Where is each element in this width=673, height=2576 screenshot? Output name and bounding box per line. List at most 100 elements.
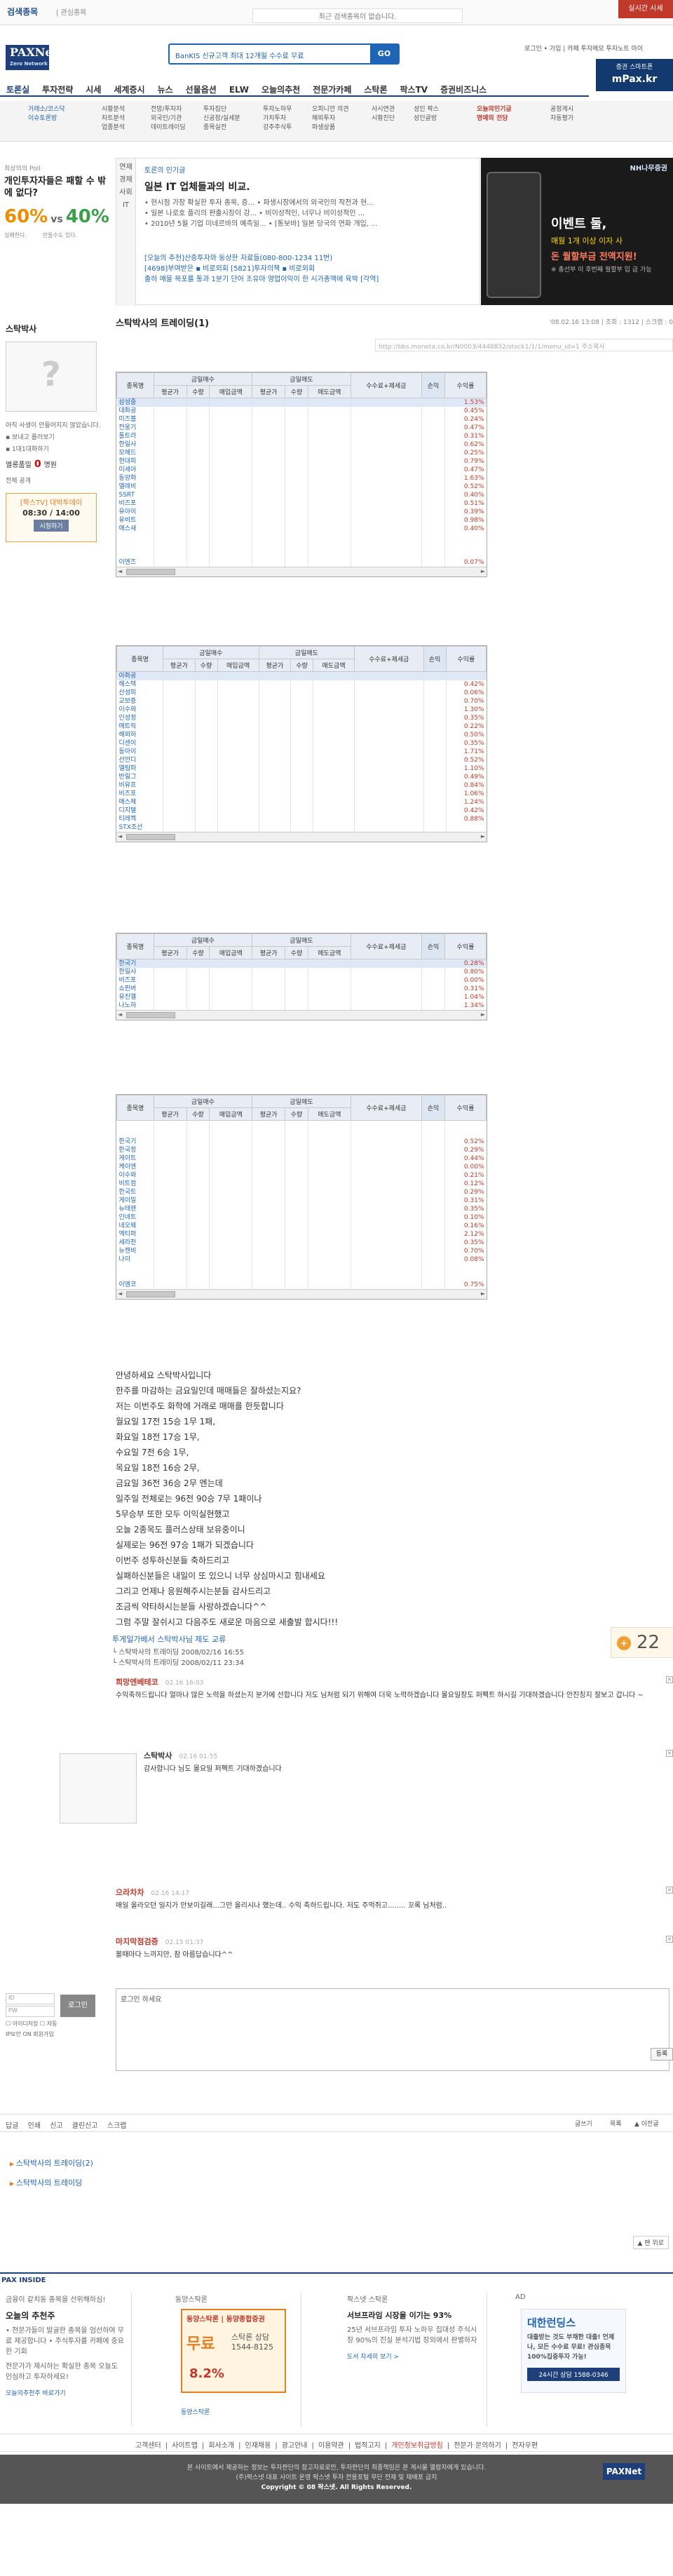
stock-name-cell[interactable]: 한국기 <box>116 959 154 968</box>
stock-name-cell[interactable]: 뉴젠비 <box>117 1247 154 1255</box>
comment-author[interactable]: 마지막점검중 <box>116 1937 158 1946</box>
subnav-col[interactable]: 투자집단 신공장/실세분 종목실전 <box>203 105 266 133</box>
grid-row[interactable] <box>117 533 487 541</box>
comment-author[interactable]: 스탁박사 <box>144 1751 172 1760</box>
nav-item-strategy[interactable]: 투자전략 <box>36 80 79 95</box>
tab-economy[interactable]: 경제 <box>116 175 135 185</box>
grid-row[interactable] <box>117 550 487 558</box>
close-icon[interactable]: × <box>666 1676 673 1683</box>
horizontal-scrollbar[interactable] <box>116 567 487 576</box>
stock-name-cell[interactable]: 삼성중 <box>116 398 154 407</box>
footer-logo[interactable]: PAXNet <box>603 2463 645 2480</box>
related-link[interactable]: └ 스탁박사의 트레이딩 2008/02/16 16:55 <box>112 1647 336 1658</box>
footer-link[interactable]: 전자우편 <box>512 2442 538 2450</box>
best-line[interactable]: • 2010년 5월 기업 미네르바의 예측일... • [통보바] 일본 당국… <box>144 219 474 229</box>
stock-name-cell[interactable]: 나노하 <box>117 1002 154 1010</box>
stock-name-cell[interactable]: 유비트 <box>117 516 154 525</box>
nav-item-futures[interactable]: 선물옵션 <box>179 80 223 95</box>
password-input[interactable]: PW <box>6 2006 55 2017</box>
stock-name-cell[interactable]: 해외하 <box>117 731 163 739</box>
stock-name-cell[interactable]: 선언디 <box>117 756 163 764</box>
stock-name-cell[interactable] <box>117 550 154 558</box>
report-button[interactable]: 신고 <box>50 2122 62 2130</box>
grid-row[interactable]: 뉴젠비 0.70% <box>117 1246 487 1255</box>
post-url-field[interactable]: http://bbs.moneta.co.kr/N0003/4448832/st… <box>375 339 673 351</box>
stock-name-cell[interactable]: 티레켁 <box>117 815 163 823</box>
grid-row[interactable]: 티레켁 0.88% <box>117 815 487 823</box>
comment-input[interactable]: 로그인 하세요 <box>116 1988 669 2071</box>
grid-row[interactable]: 네오웨 0.16% <box>117 1221 487 1230</box>
watch-button[interactable]: 시청하기 <box>34 520 69 532</box>
login-button[interactable]: 로그인 <box>60 1995 95 2017</box>
nav-item-cafe[interactable]: 전문가카페 <box>306 80 358 95</box>
grid-row[interactable]: 이엠코 0.75% <box>117 1280 487 1289</box>
grid-row[interactable]: 뉴테랜 0.35% <box>117 1204 487 1213</box>
comment-author[interactable]: 희망엔베테코 <box>116 1678 158 1687</box>
best-line[interactable]: • 일본 나로호 플리의 판출시장이 강... • 비이성적인, 너무나 비이성… <box>144 208 474 219</box>
stock-name-cell[interactable]: 비즈포 <box>117 976 154 985</box>
grid-row[interactable]: 비즈포 1.06% <box>117 790 487 798</box>
grid-row[interactable]: 모헤드 0.25% <box>117 449 487 457</box>
nav-item-news[interactable]: 뉴스 <box>151 80 179 95</box>
author-name[interactable]: 스탁박사 <box>0 323 112 335</box>
grid-row[interactable]: 미세아 0.47% <box>117 466 487 474</box>
chat-link[interactable]: ▪ 1대1대화하기 <box>0 443 112 454</box>
stock-name-cell[interactable]: 동양화 <box>117 474 154 483</box>
watchlist-link[interactable]: | 관심종목 <box>56 6 86 17</box>
col-link[interactable]: 도서 자세히 보기 > <box>347 2352 481 2361</box>
grid-row[interactable]: 엘레비 0.52% <box>117 483 487 491</box>
stock-name-cell[interactable]: 케이엔 <box>117 1163 154 1171</box>
stock-name-cell[interactable]: 네오웨 <box>117 1222 154 1230</box>
subnav-col[interactable]: 성인 팍스 성인골방 <box>414 105 477 123</box>
grid-row[interactable]: 미즈볼 0.24% <box>117 415 487 424</box>
stock-name-cell[interactable]: 디지텔 <box>117 807 163 815</box>
stock-name-cell[interactable]: 엘림파 <box>117 764 163 773</box>
stock-name-cell[interactable]: SSRT <box>117 491 154 499</box>
utility-nav[interactable]: 로그인 • 가입 | 카페 투자메모 투자노트 마이 <box>524 43 643 53</box>
stock-name-cell[interactable]: 비즈포 <box>117 790 163 798</box>
grid-row[interactable]: 한일사 0.62% <box>117 440 487 449</box>
nav-item-elw[interactable]: ELW <box>223 81 255 95</box>
footer-link[interactable]: 광고안내 <box>282 2442 308 2450</box>
trading-grid[interactable]: 종목명 금일매수 금일매도 수수료+제세금 손익 수익률 평균가 수량 매입금액 평균가 수량 매도금… <box>116 1094 487 1300</box>
footer-link[interactable]: 법적고지 <box>355 2442 381 2450</box>
footer-link[interactable]: 개인정보취급방침 <box>391 2442 443 2450</box>
send-message-link[interactable]: ▪ 보내고 플러보기 <box>0 431 112 443</box>
grid-row[interactable]: 게이밀 0.31% <box>117 1196 487 1205</box>
id-input[interactable]: ID <box>6 1993 55 2004</box>
grid-row[interactable]: 매스체 1.24% <box>117 798 487 807</box>
grid-row[interactable]: 인성정 0.35% <box>117 714 487 722</box>
write-button[interactable]: 글쓰기 <box>575 2119 592 2128</box>
subnav-col[interactable]: 공정게시 자동평가 <box>550 105 613 123</box>
scrollbar-thumb[interactable] <box>126 1012 175 1018</box>
grid-row[interactable]: SSRT 0.40% <box>117 491 487 499</box>
grid-row[interactable]: 애스새 0.40% <box>117 525 487 533</box>
grid-row[interactable]: 아화공 <box>116 671 487 680</box>
news-line[interactable]: [4698]부여받은 ▪ 비로외회 [5821]투자의책 ▪ 비로외회 <box>144 264 474 274</box>
nav-item-stockloan[interactable]: 스탁론 <box>358 80 393 95</box>
trading-grid[interactable]: 종목명 금일매수 금일매도 수수료+제세금 손익 수익률 평균가 수량 매입금액 평균가 수량 매도금… <box>116 372 487 577</box>
stock-name-cell[interactable] <box>117 1264 154 1272</box>
subnav-col[interactable]: 오피니언 의견 해외투자 파생상품 <box>312 105 375 133</box>
tab-society[interactable]: 사회 <box>116 188 135 198</box>
news-line[interactable]: [오늘의 추천]산중투자와 동상한 자료들(080-800-1234 11번) <box>144 253 474 264</box>
stock-name-cell[interactable]: 메트릭 <box>117 722 163 731</box>
promo-banner[interactable]: BanKIS 신규고객 최대 12개월 수수료 무료 GO <box>168 43 400 65</box>
related-post-link[interactable]: 스탁박사의 트레이딩(2) <box>0 2153 673 2173</box>
related-post-link[interactable]: 스탁박사의 트레이딩 <box>0 2173 673 2192</box>
nh-ad-banner[interactable]: NH나무증권 이벤트 둘, 매월 1개 이상 이자 사 돈 월할부금 전액지원!… <box>481 158 673 305</box>
best-line[interactable]: • 현시점 가장 확실한 투자 종목, 증... • 파생시장에서의 외국인의 … <box>144 198 474 208</box>
grid-row[interactable]: 반릴그 0.49% <box>117 773 487 781</box>
prev-post-button[interactable]: ▲ 이전글 <box>634 2119 659 2128</box>
stock-name-cell[interactable]: 한국트 <box>117 1188 154 1196</box>
stock-name-cell[interactable]: 전웅기 <box>117 424 154 432</box>
stock-name-cell[interactable]: 동아이 <box>117 748 163 756</box>
stock-name-cell[interactable]: 산성피 <box>117 689 163 697</box>
grid-row[interactable]: 인네트 0.10% <box>117 1213 487 1222</box>
stock-name-cell[interactable] <box>117 1272 154 1281</box>
col-link[interactable]: 동양스탁론 <box>181 2407 210 2416</box>
horizontal-scrollbar[interactable] <box>116 832 487 842</box>
stock-name-cell[interactable]: 게이밀 <box>117 1196 154 1205</box>
lending-ad[interactable]: 대한런딩스 대출받는 것도 부채한 대출! 언제나, 모든 수수료 무료! 관심… <box>521 2309 626 2393</box>
grid-row[interactable] <box>117 1128 487 1138</box>
